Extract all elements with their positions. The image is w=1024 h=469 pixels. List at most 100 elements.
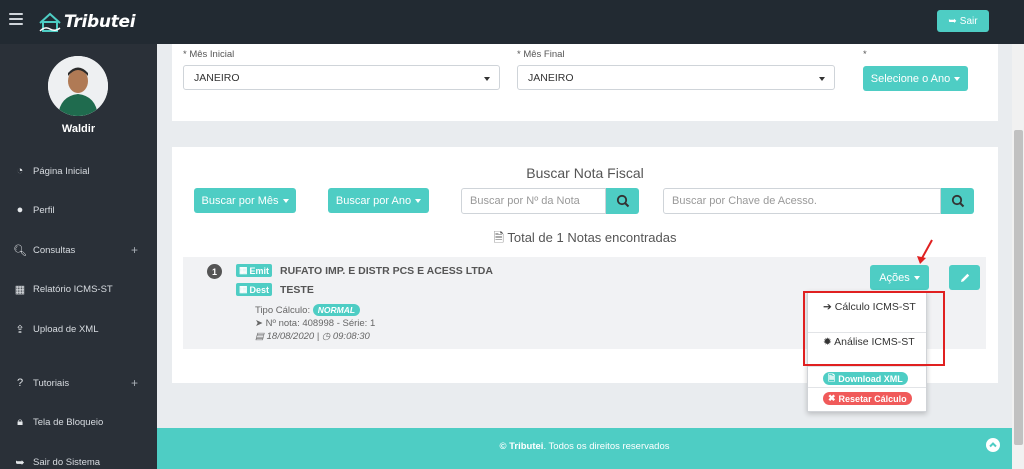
sign-out-icon: ➥ xyxy=(15,456,25,469)
menu-divider xyxy=(808,366,926,367)
search-by-year-button[interactable]: Buscar por Ano xyxy=(328,188,429,213)
footer-copyright: . Todos os direitos reservados xyxy=(543,441,670,452)
search-icon xyxy=(951,194,964,208)
close-circle-icon: ✖ xyxy=(828,393,836,403)
mes-final-select[interactable]: JANEIRO xyxy=(517,65,835,90)
sidebar-item-tutoriais[interactable]: ? Tutoriais + xyxy=(0,370,157,396)
nota-info-text: Nº nota: 408998 - Série: 1 xyxy=(265,318,376,329)
reset-calculation-label: Resetar Cálculo xyxy=(838,393,907,404)
logout-label: Sair xyxy=(959,15,978,27)
pencil-icon xyxy=(960,273,969,282)
scroll-top-button[interactable] xyxy=(986,438,1000,452)
nota-time: 09:08:30 xyxy=(332,331,370,342)
logout-button[interactable]: ➥ Sair xyxy=(937,10,989,32)
file-icon: 🗎︎ xyxy=(493,230,504,245)
sidebar-item-upload-xml[interactable]: ⇪ Upload de XML xyxy=(0,316,157,342)
question-icon: ? xyxy=(16,377,24,389)
sidebar-item-sair-sistema[interactable]: ➥ Sair do Sistema xyxy=(0,449,157,469)
edit-button[interactable] xyxy=(949,265,980,290)
search-icon: 🔍︎ xyxy=(13,244,27,257)
mes-inicial-label: * Mês Inicial xyxy=(183,49,235,60)
app-name: Tributei xyxy=(64,12,136,32)
chevron-up-icon xyxy=(989,442,997,448)
upload-icon: ⇪ xyxy=(15,323,25,336)
access-key-input[interactable]: Buscar por Chave de Acesso. xyxy=(663,188,941,214)
sidebar-item-label: Tela de Bloqueio xyxy=(33,416,104,428)
actions-button[interactable]: Ações xyxy=(870,265,929,290)
footer-brand: © Tributei xyxy=(499,441,544,452)
scrollbar-thumb[interactable] xyxy=(1014,130,1023,445)
sidebar-item-pagina-inicial[interactable]: ◔ Página Inicial xyxy=(0,158,157,184)
search-by-year-label: Buscar por Ano xyxy=(335,194,412,207)
nota-info: ➤ Nº nota: 408998 - Série: 1 xyxy=(255,318,375,329)
select-year-button[interactable]: Selecione o Ano xyxy=(863,66,968,91)
search-number-button[interactable] xyxy=(606,188,639,214)
calculator-icon: ▦ xyxy=(239,265,248,275)
calculator-icon: ▦ xyxy=(14,283,26,296)
menu-toggle-icon[interactable] xyxy=(9,13,23,25)
nota-date: 18/08/2020 xyxy=(266,331,315,342)
download-xml-button[interactable]: 🗎︎ Download XML xyxy=(823,372,908,385)
actions-dropdown: ➔ Cálculo ICMS-ST ✹ Análise ICMS-ST 🗎︎ D… xyxy=(807,291,927,412)
sidebar-item-relatorio[interactable]: ▦ Relatório ICMS-ST xyxy=(0,276,157,302)
sidebar-item-label: Consultas xyxy=(33,244,76,256)
search-by-month-button[interactable]: Buscar por Mês xyxy=(194,188,296,213)
download-xml-label: Download XML xyxy=(838,373,903,384)
clock-icon: ◷ xyxy=(321,331,331,342)
emitente-name: RUFATO IMP. E DISTR PCS E ACESS LTDA xyxy=(280,265,493,277)
chevron-down-icon xyxy=(484,77,490,81)
actions-label: Ações xyxy=(879,271,910,284)
expand-icon[interactable]: + xyxy=(131,243,138,257)
sidebar-item-label: Página Inicial xyxy=(33,165,90,177)
footer-text: © Tributei. Todos os direitos reservados xyxy=(157,441,1012,452)
top-bar: Tributei ➥ Sair xyxy=(0,0,1024,44)
menu-divider xyxy=(808,387,926,388)
search-icon xyxy=(616,194,629,208)
user-photo-icon xyxy=(48,56,108,116)
search-by-month-label: Buscar por Mês xyxy=(201,194,279,207)
dashboard-icon: ◔ xyxy=(16,165,24,177)
avatar[interactable] xyxy=(48,56,108,116)
nota-datetime: ▤ 18/08/2020 | ◷ 09:08:30 xyxy=(255,331,370,342)
mes-final-value: JANEIRO xyxy=(528,71,574,84)
lock-icon: 🔒︎ xyxy=(17,415,23,428)
calendar-icon: ▤ xyxy=(255,331,264,342)
sidebar-item-label: Sair do Sistema xyxy=(33,456,101,468)
user-name: Waldir xyxy=(61,123,96,135)
expand-icon[interactable]: + xyxy=(131,376,138,390)
reset-calculation-button[interactable]: ✖ Resetar Cálculo xyxy=(823,392,912,405)
chevron-down-icon xyxy=(819,77,825,81)
menu-item-label: Análise ICMS-ST xyxy=(834,336,915,348)
caret-down-icon xyxy=(415,198,422,203)
caret-down-icon xyxy=(954,76,961,81)
destinatario-name: TESTE xyxy=(280,284,314,296)
search-key-button[interactable] xyxy=(941,188,974,214)
sidebar-item-perfil[interactable]: ● Perfil xyxy=(0,197,157,223)
menu-item-calculo-icms-st[interactable]: ➔ Cálculo ICMS-ST xyxy=(823,300,918,314)
note-number-input[interactable]: Buscar por Nº da Nota xyxy=(461,188,606,214)
app-logo[interactable]: Tributei xyxy=(37,11,136,33)
tipo-calculo-label: Tipo Cálculo: xyxy=(255,305,311,316)
menu-item-analise-icms-st[interactable]: ✹ Análise ICMS-ST xyxy=(823,335,918,349)
footer: © Tributei. Todos os direitos reservados xyxy=(157,428,1012,469)
mes-inicial-select[interactable]: JANEIRO xyxy=(183,65,500,90)
sidebar-item-tela-bloqueio[interactable]: 🔒︎ Tela de Bloqueio xyxy=(0,409,157,435)
sidebar-item-label: Upload de XML xyxy=(33,323,99,335)
caret-down-icon xyxy=(282,198,289,203)
result-index: 1 xyxy=(207,264,222,279)
logo-house-icon xyxy=(39,12,61,32)
note-number-placeholder: Buscar por Nº da Nota xyxy=(470,195,580,207)
sidebar: Waldir ◔ Página Inicial ● Perfil 🔍︎ Cons… xyxy=(0,44,157,469)
sidebar-item-consultas[interactable]: 🔍︎ Consultas + xyxy=(0,237,157,263)
mes-inicial-value: JANEIRO xyxy=(194,71,240,84)
emit-label: Emit xyxy=(249,265,270,276)
emit-badge: ▦ Emit xyxy=(236,264,273,277)
total-found: 🗎︎ Total de 1 Notas encontradas xyxy=(172,229,998,251)
sign-out-icon: ➥ xyxy=(948,15,957,27)
annotation-arrow-icon xyxy=(917,239,933,264)
menu-item-label: Cálculo ICMS-ST xyxy=(834,301,916,313)
arrow-circle-right-icon: ➤ xyxy=(255,318,263,329)
total-found-text: Total de 1 Notas encontradas xyxy=(507,230,677,245)
ano-label: * xyxy=(863,49,867,60)
gear-icon: ✹ xyxy=(823,336,832,348)
